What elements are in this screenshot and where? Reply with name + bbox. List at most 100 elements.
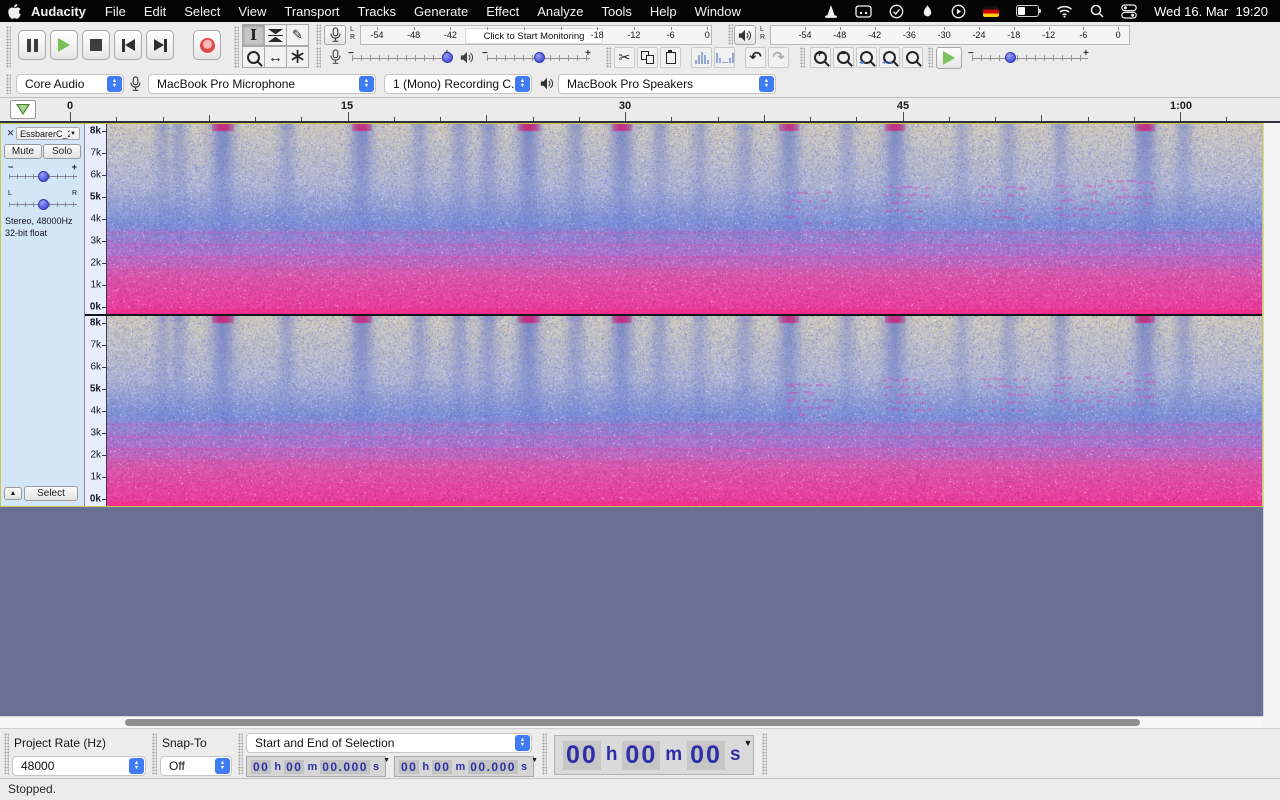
end-grip[interactable] xyxy=(762,733,767,775)
time-shift-tool-button[interactable]: ↔ xyxy=(264,46,287,68)
selection-tool-button[interactable]: I xyxy=(242,24,265,46)
flame-icon[interactable] xyxy=(921,4,934,19)
menu-tracks[interactable]: Tracks xyxy=(349,4,406,19)
record-volume-slider[interactable] xyxy=(352,55,452,61)
skip-to-end-button[interactable] xyxy=(146,30,174,60)
undo-button[interactable]: ↶ xyxy=(745,47,766,68)
playback-meter[interactable]: -54-48-42-36-30-24-18-12-60 xyxy=(770,25,1130,45)
menu-edit[interactable]: Edit xyxy=(135,4,175,19)
track-area[interactable]: ✕ EssbarerC_2▼ Mute Solo − + L R Stereo,… xyxy=(0,123,1280,728)
audio-host-select[interactable]: Core Audio▲▼ xyxy=(16,74,124,94)
redo-button[interactable]: ↷ xyxy=(768,47,789,68)
horizontal-scrollbar-thumb[interactable] xyxy=(125,719,1140,726)
menu-file[interactable]: File xyxy=(96,4,135,19)
zoom-toggle-button[interactable] xyxy=(902,47,923,68)
playback-volume-thumb[interactable] xyxy=(534,52,545,63)
project-rate-select[interactable]: 48000▲▼ xyxy=(12,756,146,776)
menu-effect[interactable]: Effect xyxy=(477,4,528,19)
tools-toolbar-grip[interactable] xyxy=(234,26,239,68)
menu-select[interactable]: Select xyxy=(175,4,229,19)
collapse-track-button[interactable]: ▲ xyxy=(4,487,22,500)
zoom-in-button[interactable] xyxy=(810,47,831,68)
device-toolbar-grip[interactable] xyxy=(6,74,11,94)
audio-position-time[interactable]: 00h 00m 00s ▼ xyxy=(554,735,754,775)
silence-audio-button[interactable] xyxy=(714,47,735,68)
playback-meter-speaker-button[interactable] xyxy=(734,25,756,45)
menu-clock[interactable]: Wed 16. Mar 19:20 xyxy=(1154,4,1268,19)
playback-meter-grip[interactable] xyxy=(728,24,733,45)
gain-slider-thumb[interactable] xyxy=(38,171,49,182)
spectrogram-left-channel[interactable] xyxy=(107,124,1262,314)
recording-meter-grip[interactable] xyxy=(316,24,321,45)
spectrogram-right-channel[interactable] xyxy=(107,316,1262,506)
transport-toolbar-grip[interactable] xyxy=(6,26,11,68)
recording-meter[interactable]: Click to Start Monitoring -54-48-42-18-1… xyxy=(360,25,712,45)
play-at-speed-button[interactable] xyxy=(936,47,962,69)
keyboard-flag-icon[interactable] xyxy=(983,6,999,17)
paste-button[interactable] xyxy=(660,47,681,68)
play-at-speed-grip[interactable] xyxy=(928,47,933,68)
cut-button[interactable]: ✂ xyxy=(614,47,635,68)
snap-to-select[interactable]: Off▲▼ xyxy=(160,756,232,776)
mixer-toolbar-grip[interactable] xyxy=(316,47,321,68)
menu-tools[interactable]: Tools xyxy=(593,4,641,19)
menu-audacity[interactable]: Audacity xyxy=(21,4,96,19)
snap-grip[interactable] xyxy=(152,733,157,775)
record-button[interactable] xyxy=(193,30,221,60)
apple-logo-icon[interactable] xyxy=(8,4,21,19)
search-icon[interactable] xyxy=(1090,4,1104,18)
battery-icon[interactable] xyxy=(1016,5,1039,17)
zoom-to-selection-button[interactable]: ◂▸ xyxy=(856,47,877,68)
display-icon[interactable] xyxy=(855,5,872,18)
menu-transport[interactable]: Transport xyxy=(275,4,348,19)
vlc-cone-icon[interactable] xyxy=(824,4,838,19)
pause-button[interactable] xyxy=(18,30,46,60)
recording-channels-select[interactable]: 1 (Mono) Recording C...▲▼ xyxy=(384,74,532,94)
track-close-button[interactable]: ✕ xyxy=(5,127,16,139)
menu-view[interactable]: View xyxy=(229,4,275,19)
selection-mode-select[interactable]: Start and End of Selection▲▼ xyxy=(246,733,532,753)
control-center-icon[interactable] xyxy=(1121,4,1137,19)
play-speed-slider[interactable] xyxy=(972,55,1088,61)
zoom-toolbar-grip[interactable] xyxy=(800,47,805,68)
menu-window[interactable]: Window xyxy=(686,4,750,19)
record-volume-thumb[interactable] xyxy=(442,52,453,63)
zoom-to-fit-button[interactable]: ◂─▸ xyxy=(879,47,900,68)
wifi-icon[interactable] xyxy=(1056,5,1073,18)
zoom-tool-button[interactable] xyxy=(242,46,265,68)
playback-device-select[interactable]: MacBook Pro Speakers▲▼ xyxy=(558,74,776,94)
envelope-tool-button[interactable] xyxy=(264,24,287,46)
time-format-caret-icon[interactable]: ▼ xyxy=(744,738,753,748)
timeline-ruler[interactable]: 01530451:00 xyxy=(0,98,1280,123)
menu-help[interactable]: Help xyxy=(641,4,686,19)
track-title-menu[interactable]: EssbarerC_2▼ xyxy=(16,127,80,140)
track-select-button[interactable]: Select xyxy=(24,486,78,501)
copy-button[interactable] xyxy=(637,47,658,68)
trim-audio-button[interactable] xyxy=(691,47,712,68)
monitor-hint[interactable]: Click to Start Monitoring xyxy=(465,28,603,44)
stop-button[interactable] xyxy=(82,30,110,60)
play-speed-thumb[interactable] xyxy=(1005,52,1016,63)
time-format-caret-icon[interactable]: ▼ xyxy=(383,757,390,764)
pan-slider-thumb[interactable] xyxy=(38,199,49,210)
play-button[interactable] xyxy=(50,30,78,60)
menu-analyze[interactable]: Analyze xyxy=(528,4,592,19)
selection-range-grip[interactable] xyxy=(238,733,243,775)
solo-button[interactable]: Solo xyxy=(43,144,81,159)
draw-tool-button[interactable]: ✎ xyxy=(286,24,309,46)
vertical-scrollbar[interactable] xyxy=(1263,123,1280,716)
selection-toolbar-grip[interactable] xyxy=(4,733,9,775)
audio-position-grip[interactable] xyxy=(542,733,547,775)
recording-device-select[interactable]: MacBook Pro Microphone▲▼ xyxy=(148,74,376,94)
mute-button[interactable]: Mute xyxy=(4,144,42,159)
selection-start-time[interactable]: 00h 00m 00.000s ▼ xyxy=(246,756,386,777)
selection-end-time[interactable]: 00h 00m 00.000s ▼ xyxy=(394,756,534,777)
play-circle-icon[interactable] xyxy=(951,4,966,19)
menu-generate[interactable]: Generate xyxy=(405,4,477,19)
check-circle-icon[interactable] xyxy=(889,4,904,19)
horizontal-scrollbar[interactable] xyxy=(0,716,1263,728)
edit-toolbar-grip[interactable] xyxy=(606,47,611,68)
multi-tool-button[interactable]: ∗ xyxy=(286,46,309,68)
skip-to-start-button[interactable] xyxy=(114,30,142,60)
zoom-out-button[interactable] xyxy=(833,47,854,68)
